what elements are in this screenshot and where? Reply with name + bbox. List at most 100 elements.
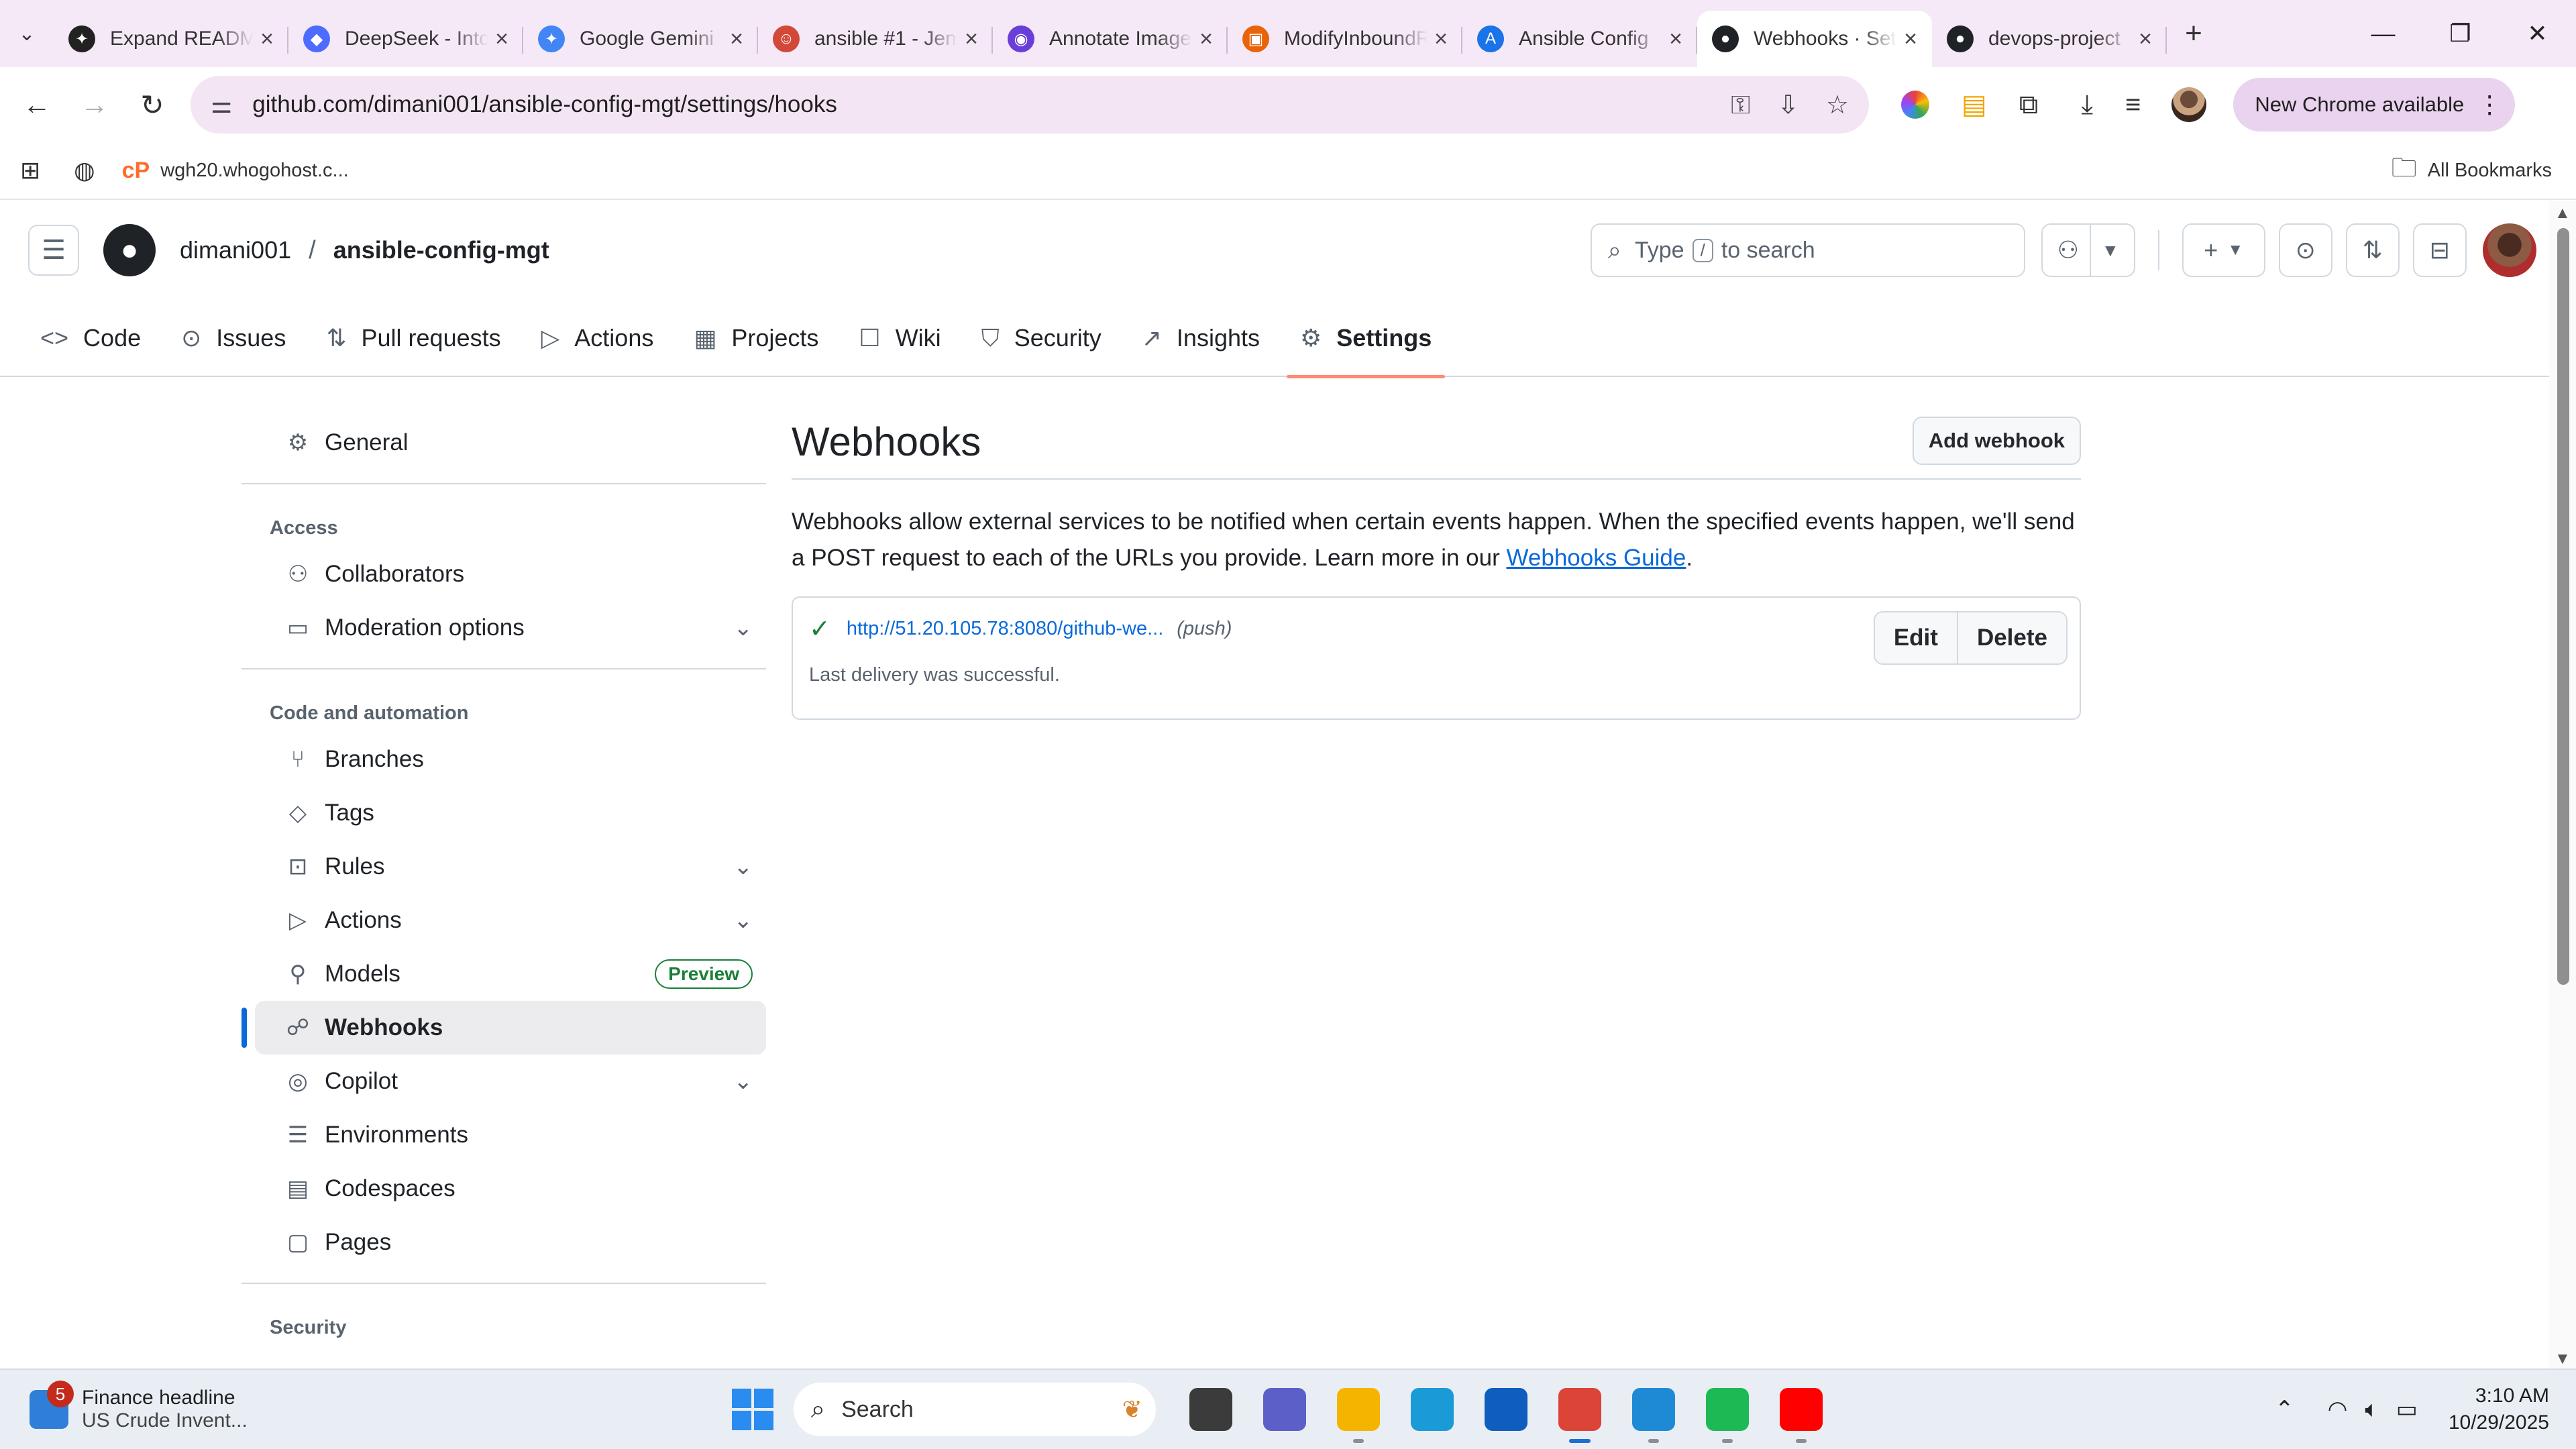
delete-webhook-button[interactable]: Delete xyxy=(1956,612,2066,663)
github-logo-icon[interactable]: ● xyxy=(103,224,156,276)
back-button[interactable]: ← xyxy=(8,89,66,121)
taskbar-clock[interactable]: 3:10 AM 10/29/2025 xyxy=(2449,1383,2549,1436)
new-tab-button[interactable]: + xyxy=(2167,17,2220,50)
windows-start-icon[interactable] xyxy=(731,1389,773,1430)
bookmark-item[interactable]: cP wgh20.whogohost.c... xyxy=(122,158,349,184)
chevron-down-icon[interactable]: ▼ xyxy=(2102,240,2119,261)
browser-tab[interactable]: ◉ Annotate Image × xyxy=(993,11,1228,67)
sidebar-item-webhooks[interactable]: ☍ Webhooks xyxy=(241,1001,766,1055)
downloads-icon[interactable]: ⤓ xyxy=(2081,90,2093,120)
sidebar-item-environments[interactable]: ☰ Environments xyxy=(255,1108,766,1162)
add-webhook-button[interactable]: Add webhook xyxy=(1912,416,2081,465)
chrome-profile-avatar[interactable] xyxy=(2171,87,2207,122)
sidebar-item-branches[interactable]: ⑂ Branches xyxy=(255,733,766,786)
extensions-puzzle-icon[interactable]: ⧉ xyxy=(2019,90,2039,120)
taskbar-app-chrome-icon[interactable] xyxy=(1558,1388,1601,1443)
extension-notes-icon[interactable]: ▤ xyxy=(1962,89,1987,120)
taskbar-app-explorer-icon[interactable] xyxy=(1336,1388,1380,1443)
install-app-icon[interactable]: ⇩ xyxy=(1778,91,1799,119)
media-controls-icon[interactable]: ≡ xyxy=(2125,90,2141,120)
taskbar-app-spotify-icon[interactable] xyxy=(1705,1388,1749,1443)
edit-webhook-button[interactable]: Edit xyxy=(1874,612,1957,663)
apps-grid-icon[interactable]: ⊞ xyxy=(20,156,40,184)
news-widget[interactable]: 5 Finance headline US Crude Invent... xyxy=(30,1381,248,1432)
close-icon[interactable]: × xyxy=(1904,26,1917,52)
sidebar-item-models[interactable]: ⚲ Models Preview xyxy=(255,947,766,1001)
tab-search-button[interactable]: ⌄ xyxy=(0,0,54,67)
taskbar-app-youtube-icon[interactable] xyxy=(1779,1388,1823,1443)
repo-tab-settings[interactable]: ⚙ Settings xyxy=(1287,299,1446,378)
taskbar-app-edge-icon[interactable] xyxy=(1410,1388,1454,1431)
browser-tab[interactable]: A Ansible Config × xyxy=(1462,11,1697,67)
hamburger-menu-icon[interactable]: ☰ xyxy=(28,225,79,276)
browser-tab[interactable]: ✦ Expand README × xyxy=(54,11,288,67)
sidebar-item-actions[interactable]: ▷ Actions ⌄ xyxy=(255,894,766,947)
restore-button[interactable]: ❐ xyxy=(2422,0,2499,67)
repo-tab-wiki[interactable]: ☐ Wiki xyxy=(845,299,954,377)
sidebar-item-collaborators[interactable]: ⚇ Collaborators xyxy=(255,547,766,601)
repo-tab-issues[interactable]: ⊙ Issues xyxy=(168,299,299,377)
breadcrumb-repo[interactable]: ansible-config-mgt xyxy=(333,236,549,264)
browser-tab[interactable]: ● Webhooks · Settings × xyxy=(1697,11,1932,67)
browser-tab[interactable]: ✦ Google Gemini × xyxy=(523,11,758,67)
close-icon[interactable]: × xyxy=(1434,26,1448,52)
close-icon[interactable]: × xyxy=(495,26,508,52)
close-icon[interactable]: × xyxy=(1669,26,1682,52)
sidebar-item-general[interactable]: ⚙ General xyxy=(255,416,766,470)
scroll-down-icon[interactable]: ▼ xyxy=(2555,1350,2571,1368)
repo-tab-projects[interactable]: ▦ Projects xyxy=(680,299,832,377)
browser-tab[interactable]: ☺ ansible #1 - Jenkins × xyxy=(758,11,993,67)
close-icon[interactable]: × xyxy=(965,26,978,52)
chrome-menu-icon[interactable]: ⋮ xyxy=(2477,91,2502,119)
copilot-button[interactable]: ⚇ ▼ xyxy=(2041,223,2135,277)
browser-tab[interactable]: ▣ ModifyInboundRules × xyxy=(1228,11,1462,67)
create-new-button[interactable]: + ▼ xyxy=(2182,223,2265,277)
close-icon[interactable]: × xyxy=(730,26,743,52)
inbox-button[interactable]: ⊟ xyxy=(2412,223,2467,277)
extension-color-icon[interactable] xyxy=(1901,91,1929,119)
webhook-url-link[interactable]: http://51.20.105.78:8080/github-we... xyxy=(847,618,1163,640)
taskbar-app-vscode-icon[interactable] xyxy=(1631,1388,1675,1443)
forward-button[interactable]: → xyxy=(66,89,123,121)
browser-tab[interactable]: ◆ DeepSeek - Into the Unknown × xyxy=(288,11,523,67)
chevron-down-icon[interactable]: ⌄ xyxy=(734,907,753,934)
close-icon[interactable]: × xyxy=(260,26,274,52)
chevron-up-icon[interactable]: ⌃ xyxy=(2275,1396,2294,1423)
repo-tab-security[interactable]: ⛉ Security xyxy=(968,299,1115,377)
browser-tab[interactable]: ● devops-project × xyxy=(1932,11,2167,67)
battery-icon[interactable]: ▭ xyxy=(2396,1396,2418,1423)
repo-tab-actions[interactable]: ▷ Actions xyxy=(528,299,667,377)
sidebar-item-rules[interactable]: ⊡ Rules ⌄ xyxy=(255,840,766,894)
close-icon[interactable]: × xyxy=(2139,26,2152,52)
sidebar-item-copilot[interactable]: ◎ Copilot ⌄ xyxy=(255,1055,766,1108)
minimize-button[interactable]: — xyxy=(2345,0,2422,67)
volume-icon[interactable]: 🔈︎ xyxy=(2365,1397,2378,1423)
all-bookmarks-button[interactable]: 🗀 All Bookmarks xyxy=(2392,149,2552,193)
sidebar-item-moderation-options[interactable]: ▭ Moderation options ⌄ xyxy=(255,601,766,655)
close-icon[interactable]: × xyxy=(1199,26,1213,52)
user-avatar[interactable] xyxy=(2482,223,2536,277)
close-window-button[interactable]: ✕ xyxy=(2499,0,2576,67)
scrollbar-thumb[interactable] xyxy=(2557,228,2569,985)
bookmark-star-icon[interactable]: ☆ xyxy=(1826,91,1849,119)
reload-button[interactable]: ↻ xyxy=(123,89,181,121)
repo-tab-insights[interactable]: ↗ Insights xyxy=(1128,299,1273,377)
taskbar-search[interactable]: ⌕ Search ❦ xyxy=(793,1383,1156,1436)
scroll-up-icon[interactable]: ▲ xyxy=(2555,204,2571,223)
new-chrome-available-button[interactable]: New Chrome available ⋮ xyxy=(2233,78,2516,131)
taskbar-app-store-icon[interactable] xyxy=(1484,1388,1527,1431)
sidebar-item-pages[interactable]: ▢ Pages xyxy=(255,1216,766,1269)
password-key-icon[interactable]: ⚿ xyxy=(1731,91,1750,119)
webhooks-guide-link[interactable]: Webhooks Guide xyxy=(1506,545,1686,571)
breadcrumb-owner[interactable]: dimani001 xyxy=(180,236,291,264)
chevron-down-icon[interactable]: ⌄ xyxy=(734,614,753,641)
repo-tab-pull-requests[interactable]: ⇅ Pull requests xyxy=(313,299,514,377)
sidebar-item-codespaces[interactable]: ▤ Codespaces xyxy=(255,1162,766,1216)
taskbar-app-teams-icon[interactable] xyxy=(1263,1388,1306,1431)
address-bar[interactable]: ⚌ github.com/dimani001/ansible-config-mg… xyxy=(191,76,1869,133)
search-input[interactable]: ⌕ Type / to search xyxy=(1590,223,2025,277)
sidebar-item-tags[interactable]: ◇ Tags xyxy=(255,786,766,840)
issues-button[interactable]: ⊙ xyxy=(2278,223,2332,277)
repo-tab-code[interactable]: <> Code xyxy=(27,299,154,377)
taskbar-app-files-icon[interactable] xyxy=(1189,1388,1232,1431)
